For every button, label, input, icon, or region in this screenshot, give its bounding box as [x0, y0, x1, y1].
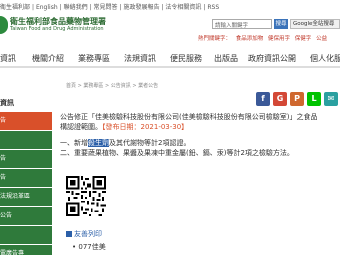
utility-link[interactable]: RSS — [207, 4, 219, 11]
line-icon[interactable]: L — [307, 92, 321, 106]
logo-subtitle: Taiwan Food and Drug Administration — [10, 26, 104, 32]
share-icon[interactable]: ✉ — [324, 92, 338, 106]
sidebar-title: 資訊 — [0, 99, 14, 107]
print-button[interactable]: 友善列印 — [66, 229, 102, 239]
announcement-item: 一、新增殺生劑及其代謝物等計2項認證。 — [60, 138, 190, 148]
nav-item-news[interactable]: 資訊 — [0, 53, 16, 64]
main-nav: 資訊 機關介紹 業務專區 法規資訊 便民服務 出版品 政府資訊公開 個人化服 — [0, 48, 340, 68]
nav-item-about[interactable]: 機關介紹 — [32, 53, 64, 64]
top-utility-bar: 衛生福利部 | English | 聯絡我們 | 常見問答 | 施政發展報告 | 法令相關… — [0, 0, 340, 12]
hot-keyword-link[interactable]: 保健字 — [295, 36, 312, 42]
utility-link[interactable]: English — [36, 4, 58, 11]
announcement-line: 構認證範圍。【發布日期：2021-03-30】 — [60, 122, 188, 132]
utility-links: 衛生福利部 | English | 聯絡我們 | 常見問答 | 施政發展報告 | 法令相關… — [0, 4, 220, 11]
hot-keywords: 熱門關鍵字： 食品添加物 健保用字 保健字 公益 — [198, 34, 330, 42]
sidebar: 資訊 告 告 告 法規沿革區 公告 電廣告專 — [0, 92, 58, 255]
print-label: 友善列印 — [74, 230, 102, 238]
sidebar-item[interactable] — [0, 226, 52, 244]
announcement-text: 構認證範圍。 — [60, 123, 102, 131]
agency-logo-icon[interactable] — [0, 16, 8, 34]
hot-keyword-link[interactable]: 公益 — [316, 36, 327, 42]
printer-icon — [66, 231, 72, 237]
google-plus-icon[interactable]: G — [273, 92, 287, 106]
breadcrumb[interactable]: 首頁 > 業務專區 > 公告資訊 > 業者公告 — [66, 82, 158, 89]
announcement-text: 一、新增 — [60, 139, 88, 147]
utility-link[interactable]: 法令相關資訊 — [165, 4, 201, 11]
utility-link[interactable]: 衛生福利部 — [0, 4, 30, 11]
nav-item-open-gov[interactable]: 政府資訊公開 — [248, 53, 296, 64]
highlighted-text: 殺生劑 — [88, 139, 109, 147]
utility-link[interactable]: 聯絡我們 — [64, 4, 88, 11]
nav-item-publications[interactable]: 出版品 — [214, 53, 238, 64]
hot-keyword-link[interactable]: 健保用字 — [268, 36, 290, 42]
plurk-icon[interactable]: P — [290, 92, 304, 106]
attachment-label: 077佳美 — [78, 243, 106, 251]
nav-item-services[interactable]: 便民服務 — [170, 53, 202, 64]
sidebar-item[interactable]: 公告 — [0, 207, 52, 225]
hot-keyword-link[interactable]: 食品添加物 — [236, 36, 264, 42]
announcement-text: 及其代謝物等計2項認證。 — [109, 139, 191, 147]
qr-code-icon — [66, 176, 106, 216]
utility-link[interactable]: 常見問答 — [94, 4, 118, 11]
attachment-link[interactable]: • 077佳美 — [72, 242, 106, 252]
search-button[interactable]: 搜尋 — [274, 19, 288, 29]
facebook-icon[interactable]: f — [256, 92, 270, 106]
sidebar-item[interactable] — [0, 131, 52, 149]
utility-link[interactable]: 施政發展報告 — [123, 4, 159, 11]
search-input[interactable]: 請輸入關鍵字 — [212, 19, 272, 29]
announcement-item: 二、重要蔬果植物、果醬及果凍中重金屬(鉛、鎘、汞)等計2項之檢驗方法。 — [60, 149, 294, 157]
site-header: 衛生福利部食品藥物管理署 Taiwan Food and Drug Admini… — [0, 12, 340, 48]
sidebar-item[interactable]: 告 — [0, 112, 52, 130]
sidebar-item[interactable]: 告 — [0, 169, 52, 187]
nav-item-business[interactable]: 業務專區 — [78, 53, 110, 64]
hot-keywords-label: 熱門關鍵字： — [198, 36, 232, 42]
announcement-line: 公告修正「佳美檢驗科技股份有限公司(佳美檢驗科技股份有限公司檢驗室)」之食品 — [60, 113, 318, 121]
nav-item-personal[interactable]: 個人化服 — [310, 53, 340, 64]
nav-item-regulations[interactable]: 法規資訊 — [124, 53, 156, 64]
publish-date: 【發布日期：2021-03-30】 — [102, 123, 189, 131]
sidebar-item[interactable]: 電廣告專 — [0, 245, 52, 255]
google-search-button[interactable]: Google全站搜尋 — [290, 19, 340, 29]
sidebar-item[interactable]: 告 — [0, 150, 52, 168]
sidebar-item[interactable]: 法規沿革區 — [0, 188, 52, 206]
